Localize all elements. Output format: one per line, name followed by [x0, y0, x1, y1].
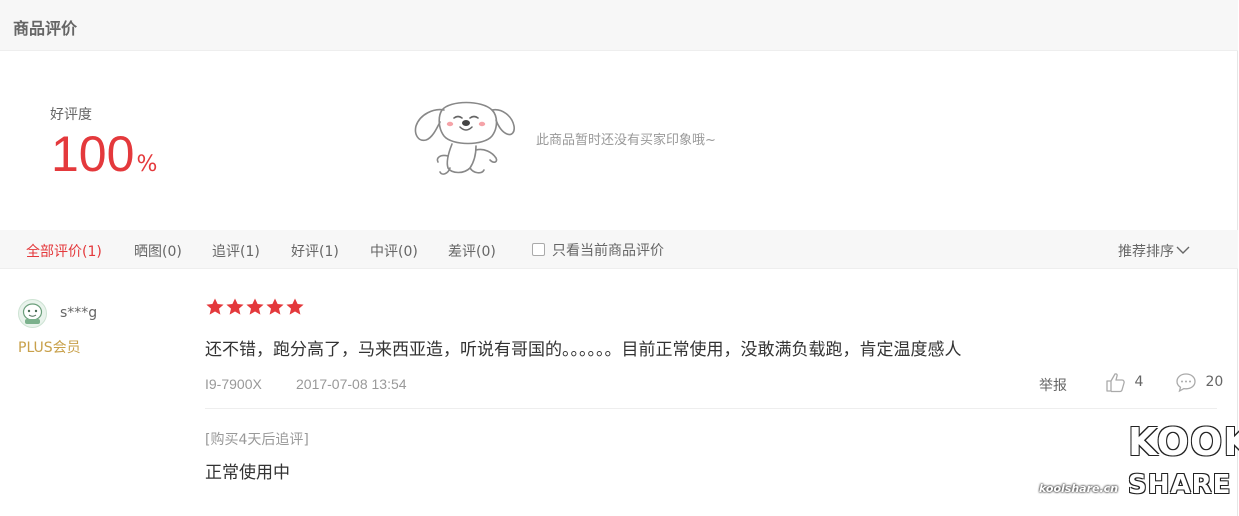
tab-followup-reviews[interactable]: 追评(1)	[212, 241, 260, 261]
product-spec: I9-7900X	[205, 376, 262, 392]
followup-label: [购买4天后追评]	[205, 432, 309, 448]
section-title: 商品评价	[13, 19, 78, 38]
like-count: 4	[1134, 374, 1144, 390]
comment-bubble-icon	[1176, 373, 1196, 393]
review-panel: 商品评价 好评度 100% 此商品暂时还没有买家印象哦~ 全部评价(1) 晒图(…	[0, 0, 1239, 516]
no-impression-text: 此商品暂时还没有买家印象哦~	[536, 133, 716, 148]
star-icon	[206, 298, 224, 315]
section-header: 商品评价	[0, 0, 1238, 51]
watermark-logo-top: KOOK	[1128, 420, 1239, 464]
review-date: 2017-07-08 13:54	[296, 376, 407, 392]
plus-member-badge: PLUS会员	[18, 340, 81, 356]
tab-bad-reviews[interactable]: 差评(0)	[448, 241, 496, 261]
only-current-product-filter[interactable]: 只看当前商品评价	[532, 240, 664, 260]
only-current-checkbox[interactable]	[532, 243, 545, 256]
star-icon	[246, 298, 264, 315]
reviewer-name[interactable]: s***g	[60, 305, 97, 321]
watermark-site: koolshare.cn	[1039, 482, 1119, 495]
sort-dropdown[interactable]: 推荐排序	[1118, 241, 1190, 261]
comment-count: 20	[1205, 374, 1224, 390]
positive-rate-label: 好评度	[50, 107, 92, 123]
sort-label: 推荐排序	[1118, 244, 1174, 260]
positive-rate-value: 100	[51, 126, 135, 182]
thumbs-up-icon	[1106, 373, 1125, 393]
positive-rate: 100%	[51, 124, 157, 196]
avatar[interactable]	[18, 299, 47, 328]
review-filter-bar: 全部评价(1) 晒图(0) 追评(1) 好评(1) 中评(0) 差评(0) 只看…	[0, 230, 1238, 269]
star-icon	[226, 298, 244, 315]
divider	[205, 408, 1217, 409]
jd-dog-mascot-icon	[414, 101, 515, 175]
tab-good-reviews[interactable]: 好评(1)	[291, 241, 339, 261]
tab-photo-reviews[interactable]: 晒图(0)	[134, 241, 182, 261]
review-text: 还不错，跑分高了，马来西亚造，听说有哥国的。。。。。。目前正常使用，没敢满负载跑…	[205, 340, 962, 360]
report-link[interactable]: 举报	[1039, 375, 1067, 395]
followup-text: 正常使用中	[205, 463, 290, 483]
tab-neutral-reviews[interactable]: 中评(0)	[370, 241, 418, 261]
only-current-label: 只看当前商品评价	[552, 243, 664, 259]
comment-button[interactable]: 20	[1175, 371, 1223, 393]
like-button[interactable]: 4	[1104, 371, 1143, 393]
star-icon	[266, 298, 284, 315]
star-rating	[205, 297, 305, 319]
positive-rate-unit: %	[136, 152, 158, 177]
star-icon	[286, 298, 304, 315]
chevron-down-icon	[1176, 246, 1190, 254]
watermark-logo-bottom: SHARE	[1128, 470, 1232, 500]
tab-all-reviews[interactable]: 全部评价(1)	[26, 241, 102, 261]
